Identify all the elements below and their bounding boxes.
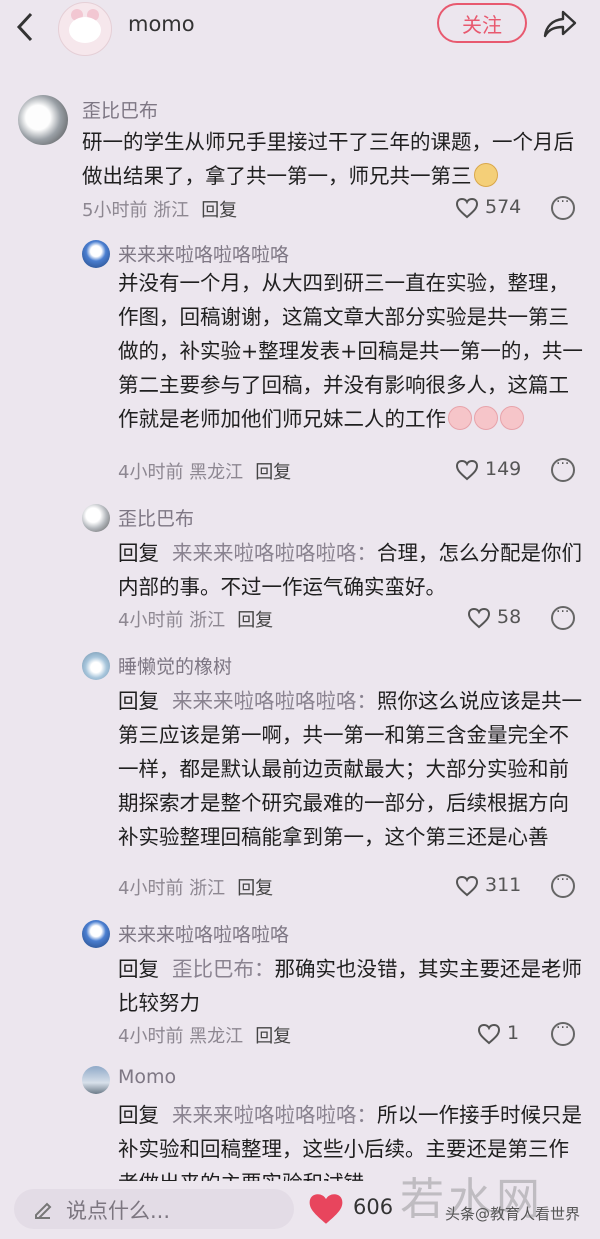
comment-username[interactable]: 歪比巴布 xyxy=(118,504,194,531)
reply-button[interactable]: 回复 xyxy=(237,610,273,631)
reply-target[interactable]: 来来来啦咯啦咯啦咯： xyxy=(172,541,377,565)
reply-button[interactable]: 回复 xyxy=(201,200,237,221)
reply-prefix: 回复 xyxy=(118,541,159,565)
follow-button[interactable]: 关注 xyxy=(437,3,527,43)
author-avatar[interactable] xyxy=(58,2,112,56)
reply-prefix: 回复 xyxy=(118,689,159,713)
back-chevron-icon[interactable] xyxy=(14,10,36,48)
time-location: 4小时前 黑龙江 xyxy=(118,1026,244,1047)
like-count: 311 xyxy=(485,874,522,896)
like-button[interactable]: 58 xyxy=(467,606,521,629)
comment-text: 研一的学生从师兄手里接过干了三年的课题，一个月后做出结果了，拿了共一第一，师兄共… xyxy=(82,130,574,188)
comment-username[interactable]: 歪比巴布 xyxy=(82,96,158,123)
watermark-caption: 头条@教育人看世界 xyxy=(445,1205,581,1223)
time-location: 4小时前 浙江 xyxy=(118,610,226,631)
avatar[interactable] xyxy=(82,1066,110,1094)
like-count: 58 xyxy=(497,606,522,628)
more-options-icon[interactable] xyxy=(551,456,575,482)
time-location: 4小时前 浙江 xyxy=(118,878,226,899)
comment-username[interactable]: 来来来啦咯啦咯啦咯 xyxy=(118,240,289,267)
reply-prefix: 回复 xyxy=(118,1103,159,1127)
comment-meta: 4小时前 浙江 回复 xyxy=(118,874,273,900)
pencil-icon xyxy=(35,1202,52,1219)
comment-username[interactable]: 来来来啦咯啦咯啦咯 xyxy=(118,920,289,947)
heart-icon xyxy=(455,197,479,218)
more-options-icon[interactable] xyxy=(551,604,575,630)
like-count: 574 xyxy=(485,196,522,218)
comment-text: 回复 来来来啦咯啦咯啦咯：合理，怎么分配是你们内部的事。不过一作运气确实蛮好。 xyxy=(118,541,583,599)
reply-button[interactable]: 回复 xyxy=(255,462,291,483)
avatar[interactable] xyxy=(82,920,110,948)
heart-icon xyxy=(467,607,491,628)
comment-meta: 4小时前 黑龙江 回复 xyxy=(118,458,291,484)
more-options-icon[interactable] xyxy=(551,194,575,220)
comment-text: 回复 来来来啦咯啦咯啦咯：照你这么说应该是共一第三应该是第一啊，共一第一和第三含… xyxy=(118,689,583,849)
heart-icon xyxy=(455,459,479,480)
time-location: 5小时前 浙江 xyxy=(82,200,190,221)
comment-username[interactable]: 睡懒觉的橡树 xyxy=(118,652,232,679)
avatar[interactable] xyxy=(82,652,110,680)
like-count: 1 xyxy=(507,1022,520,1044)
time-location: 4小时前 黑龙江 xyxy=(118,462,244,483)
reply-target[interactable]: 歪比巴布： xyxy=(172,957,275,981)
comment-text: 回复 歪比巴布：那确实也没错，其实主要还是老师比较努力 xyxy=(118,957,583,1015)
emoji-icon xyxy=(473,163,498,187)
author-name[interactable]: momo xyxy=(128,12,195,36)
avatar[interactable] xyxy=(82,504,110,532)
reply-button[interactable]: 回复 xyxy=(255,1026,291,1047)
comment-username[interactable]: Momo xyxy=(118,1066,176,1088)
like-button[interactable]: 311 xyxy=(455,874,521,897)
reply-target[interactable]: 来来来啦咯啦咯啦咯： xyxy=(172,1103,377,1127)
avatar[interactable] xyxy=(18,95,68,145)
emoji-icon xyxy=(448,406,472,430)
heart-filled-icon[interactable] xyxy=(306,1191,346,1227)
reply-target[interactable]: 来来来啦咯啦咯啦咯： xyxy=(172,689,377,713)
top-bar: momo 关注 xyxy=(0,0,600,56)
heart-icon xyxy=(477,1023,501,1044)
comment-input[interactable]: 说点什么... xyxy=(14,1189,294,1229)
comment-input-placeholder: 说点什么... xyxy=(66,1199,171,1223)
like-button[interactable]: 149 xyxy=(455,458,521,481)
comment-meta: 5小时前 浙江 回复 xyxy=(82,196,237,222)
avatar[interactable] xyxy=(82,240,110,268)
share-arrow-icon[interactable] xyxy=(543,9,577,39)
comment-meta: 4小时前 黑龙江 回复 xyxy=(118,1022,291,1048)
heart-icon xyxy=(455,875,479,896)
more-options-icon[interactable] xyxy=(551,872,575,898)
comment-meta: 4小时前 浙江 回复 xyxy=(118,606,273,632)
reply-button[interactable]: 回复 xyxy=(237,878,273,899)
reply-prefix: 回复 xyxy=(118,957,159,981)
more-options-icon[interactable] xyxy=(551,1020,575,1046)
bottom-bar: 说点什么... 606 若水网 头条@教育人看世界 xyxy=(0,1174,600,1239)
total-like-count: 606 xyxy=(353,1195,394,1219)
emoji-icon xyxy=(474,406,498,430)
like-button[interactable]: 1 xyxy=(477,1022,519,1045)
emoji-icon xyxy=(500,406,524,430)
like-count: 149 xyxy=(485,458,522,480)
comment-text: 并没有一个月，从大四到研三一直在实验，整理，作图，回稿谢谢，这篇文章大部分实验是… xyxy=(118,271,583,431)
like-button[interactable]: 574 xyxy=(455,196,521,219)
